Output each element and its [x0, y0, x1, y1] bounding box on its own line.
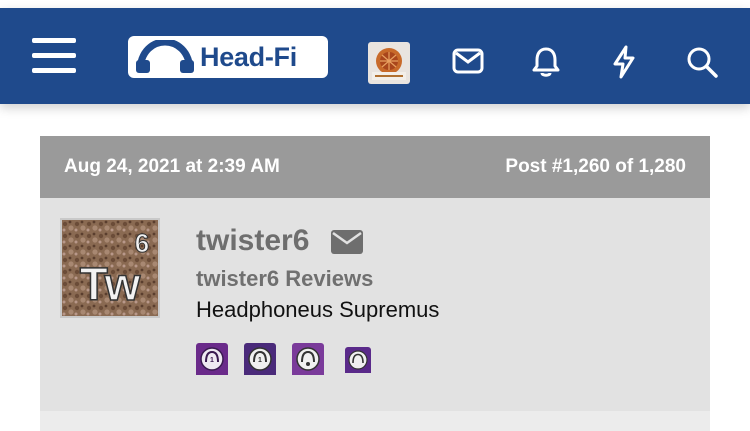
- svg-text:1: 1: [210, 357, 214, 364]
- avatar-letters: Tw: [80, 258, 141, 310]
- post-number[interactable]: Post #1,260 of 1,280: [505, 156, 686, 178]
- post-date[interactable]: Aug 24, 2021 at 2:39 AM: [64, 156, 280, 178]
- svg-text:1: 1: [258, 357, 262, 364]
- head-fi-logo[interactable]: Head-Fi: [128, 36, 328, 78]
- message-envelope-icon[interactable]: [330, 229, 364, 260]
- author-username[interactable]: twister6: [196, 224, 309, 258]
- author-title: Headphoneus Supremus: [196, 297, 440, 322]
- headphone-logo-icon: [136, 40, 194, 73]
- menu-icon[interactable]: [32, 38, 76, 74]
- author-subtitle[interactable]: twister6 Reviews: [196, 266, 373, 292]
- badge-4[interactable]: [345, 347, 371, 378]
- badge-2[interactable]: 1: [244, 343, 276, 380]
- post-header: Aug 24, 2021 at 2:39 AM Post #1,260 of 1…: [40, 136, 710, 198]
- lightning-icon[interactable]: [611, 45, 637, 84]
- envelope-icon[interactable]: [452, 48, 484, 79]
- post-card: Aug 24, 2021 at 2:39 AM Post #1,260 of 1…: [40, 136, 710, 431]
- post-body-edge: [40, 411, 710, 431]
- author-avatar[interactable]: Tw 6: [60, 218, 160, 318]
- badge-3[interactable]: [292, 343, 324, 380]
- badge-1[interactable]: 1: [196, 343, 228, 380]
- top-navbar: Head-Fi: [0, 8, 750, 104]
- bell-icon[interactable]: [531, 46, 561, 83]
- search-icon[interactable]: [686, 46, 718, 83]
- user-avatar[interactable]: [368, 42, 410, 84]
- avatar-number: 6: [135, 228, 149, 258]
- logo-text: Head-Fi: [200, 41, 297, 72]
